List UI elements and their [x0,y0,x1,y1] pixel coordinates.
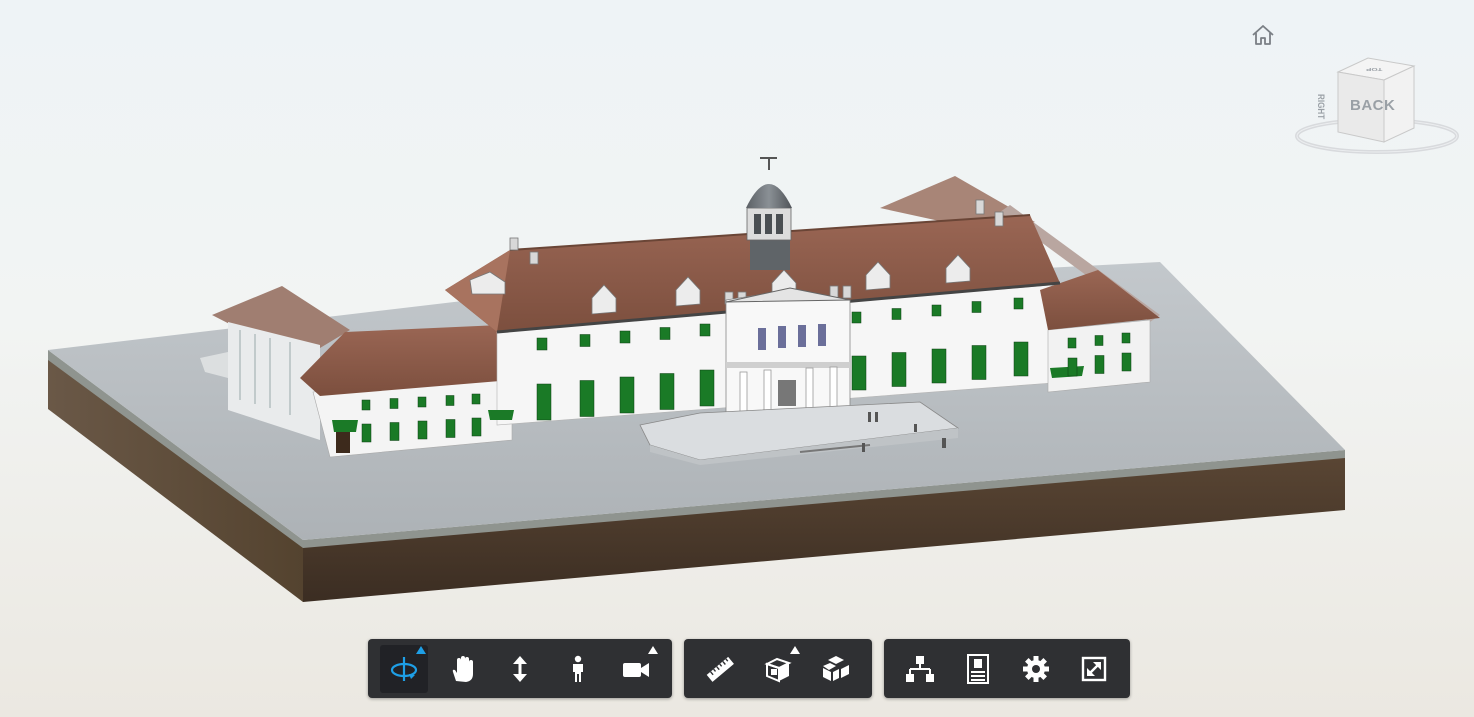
pan-hand-icon [452,655,473,682]
fullscreen-icon [1081,656,1107,681]
camera-icon [623,662,649,677]
explode-model-icon [823,655,849,681]
orbit-button[interactable] [380,644,428,693]
zoom-button[interactable] [496,645,544,693]
camera-button[interactable] [612,645,660,693]
measure-ruler-icon [706,656,734,682]
settings-gear-icon [1023,655,1049,682]
camera-flyout-indicator[interactable] [648,645,658,654]
properties-button[interactable] [954,645,1002,693]
window-shutter [361,423,372,443]
window-shutter [891,308,902,320]
window-shutter [1067,357,1078,377]
pan-button[interactable] [438,645,486,693]
home-icon [1252,25,1274,45]
window-shutter [971,301,982,313]
viewcube-right-face[interactable]: RIGHT [1316,94,1326,119]
settings-button[interactable] [1012,645,1060,693]
window-shutter [1013,341,1029,377]
window-shutter [361,399,371,411]
window-shutter [699,369,715,407]
window-shutter [536,383,552,421]
navigation-tools-group [368,639,672,698]
window-shutter [1094,335,1104,346]
window-shutter [619,376,635,414]
window-shutter [579,380,595,417]
window-shutter [931,348,947,384]
viewcube[interactable]: BACK RIGHT TOP [1294,52,1460,160]
window-shutter [891,352,907,387]
first-person-button[interactable] [554,645,602,693]
orbit-flyout-indicator[interactable] [416,645,426,654]
viewer-toolbar [368,639,1130,698]
window-shutter [851,355,867,391]
3d-viewport[interactable] [0,0,1474,717]
window-shutter [699,323,711,337]
window-shutter [417,396,427,408]
model-browser-icon [906,655,934,682]
window-shutter [931,304,942,317]
section-button[interactable] [754,645,802,693]
window-shutter [659,327,671,340]
window-shutter [471,393,481,405]
window-shutter [1094,355,1105,374]
window-shutter [1121,352,1132,372]
window-shutter [536,337,548,351]
fullscreen-button[interactable] [1070,645,1118,693]
window-shutter [389,398,399,409]
window-shutter [445,395,455,406]
window-shutter [851,311,862,324]
window-shutter [1013,297,1024,310]
orbit-icon [390,656,418,681]
modeling-tools-group [684,639,872,698]
window-shutter [619,330,631,344]
section-box-icon [764,657,792,682]
first-person-icon [573,655,583,682]
building-model [48,157,1345,602]
dolly-zoom-icon [513,655,527,682]
window-shutter [659,373,675,410]
window-shutter [417,420,428,440]
settings-tools-group [884,639,1130,698]
home-view-button[interactable] [1249,22,1277,48]
window-shutter [1121,332,1131,344]
window-shutter [389,422,400,441]
viewcube-back-face[interactable]: BACK [1350,97,1395,114]
properties-icon [967,653,989,684]
window-shutter [445,419,456,438]
window-shutter [579,334,591,347]
model-browser-button[interactable] [896,645,944,693]
measure-button[interactable] [696,645,744,693]
window-shutter [1067,337,1077,349]
explode-button[interactable] [812,645,860,693]
window-shutter [471,417,482,437]
window-shutter [971,345,987,380]
section-flyout-indicator[interactable] [790,645,800,654]
viewcube-top-face[interactable]: TOP [1366,67,1382,72]
